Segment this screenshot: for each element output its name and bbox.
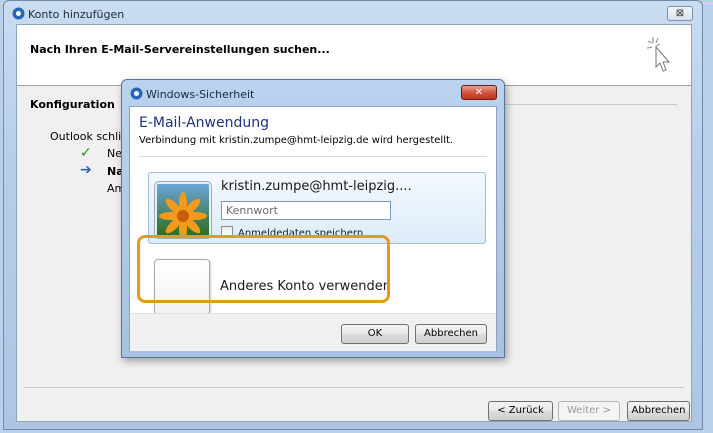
arrow-right-icon: ➔ [80,162,92,178]
dialog-subtitle: Verbindung mit kristin.zumpe@hmt-leipzig… [139,135,454,146]
dialog-title: Windows-Sicherheit [146,88,255,101]
flower-avatar [155,182,211,238]
windows-security-dialog: Windows-Sicherheit ✕ E-Mail-Anwendung Ve… [121,79,505,358]
dialog-close-button[interactable]: ✕ [461,85,497,100]
next-button[interactable]: Weiter > [558,401,620,421]
dialog-body: E-Mail-Anwendung Verbindung mit kristin.… [129,106,497,351]
searching-cursor-icon [647,37,671,72]
header-text: Nach Ihren E-Mail-Servereinstellungen su… [30,43,330,56]
ok-button[interactable]: OK [341,324,409,344]
password-input[interactable] [221,201,391,220]
highlight-annotation [137,235,390,303]
section-title: Konfiguration [30,98,115,111]
back-button[interactable]: < Zurück [488,401,553,421]
dialog-cancel-button[interactable]: Abbrechen [415,324,487,344]
outlook-icon [130,87,143,100]
cancel-button[interactable]: Abbrechen [627,401,690,421]
account-username: kristin.zumpe@hmt-leipzig.... [221,179,412,194]
checkmark-icon: ✓ [80,145,92,161]
window-close-button[interactable]: ⊠ [667,6,693,21]
dialog-divider [139,156,487,157]
account-tile[interactable]: kristin.zumpe@hmt-leipzig.... Anmeldedat… [148,172,486,244]
dialog-footer: OK Abbrechen [130,313,496,351]
footer-divider [24,387,684,388]
dialog-heading: E-Mail-Anwendung [139,115,269,131]
wizard-header: Nach Ihren E-Mail-Servereinstellungen su… [17,25,691,86]
flower-icon [157,184,209,236]
window-title: Konto hinzufügen [28,8,125,21]
outlook-icon [12,7,25,20]
